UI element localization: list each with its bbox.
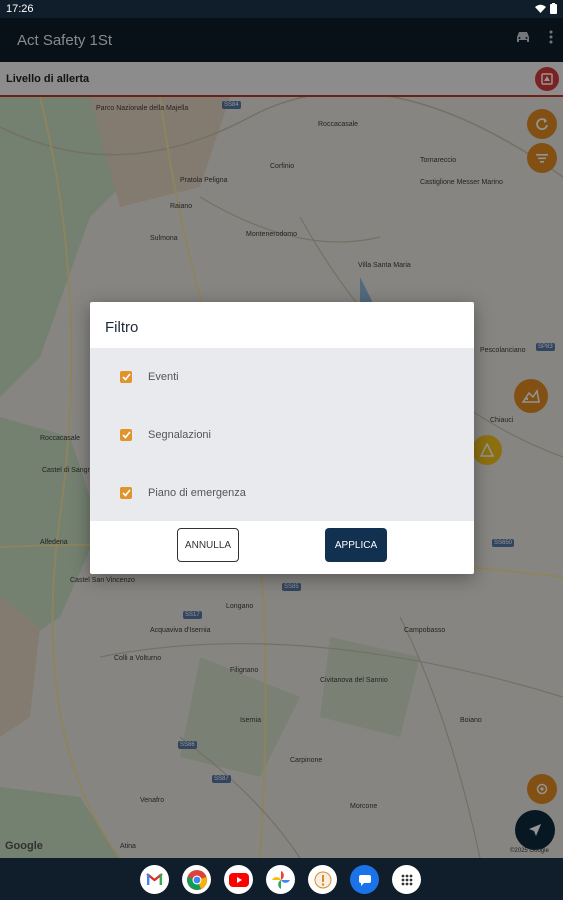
chrome-icon[interactable] bbox=[182, 865, 211, 894]
dialog-title: Filtro bbox=[105, 319, 139, 336]
app-dock bbox=[140, 865, 421, 894]
checkbox[interactable] bbox=[120, 429, 132, 441]
photos-icon[interactable] bbox=[266, 865, 295, 894]
wifi-icon bbox=[535, 4, 546, 13]
checkbox[interactable] bbox=[120, 371, 132, 383]
act-safety-app-icon[interactable] bbox=[308, 865, 337, 894]
app-drawer-icon[interactable] bbox=[392, 865, 421, 894]
filter-option-eventi[interactable]: Eventi bbox=[120, 368, 179, 386]
checkbox[interactable] bbox=[120, 487, 132, 499]
messages-icon[interactable] bbox=[350, 865, 379, 894]
status-bar: 17:26 bbox=[0, 0, 563, 18]
filter-dialog: Filtro Eventi Segnalazioni Piano di emer… bbox=[90, 302, 474, 574]
status-time: 17:26 bbox=[6, 3, 34, 15]
filter-option-segnalazioni[interactable]: Segnalazioni bbox=[120, 426, 211, 444]
filter-option-piano-emergenza[interactable]: Piano di emergenza bbox=[120, 484, 246, 502]
cancel-button[interactable]: ANNULLA bbox=[177, 528, 239, 562]
youtube-icon[interactable] bbox=[224, 865, 253, 894]
filter-options: Eventi Segnalazioni Piano di emergenza bbox=[90, 348, 474, 521]
status-icons bbox=[535, 3, 557, 14]
option-label: Eventi bbox=[148, 371, 179, 383]
check-icon bbox=[121, 489, 131, 497]
apply-button[interactable]: APPLICA bbox=[325, 528, 387, 562]
battery-icon bbox=[550, 3, 557, 14]
option-label: Piano di emergenza bbox=[148, 487, 246, 499]
option-label: Segnalazioni bbox=[148, 429, 211, 441]
gmail-icon[interactable] bbox=[140, 865, 169, 894]
system-dock-bar bbox=[0, 858, 563, 900]
check-icon bbox=[121, 373, 131, 381]
check-icon bbox=[121, 431, 131, 439]
